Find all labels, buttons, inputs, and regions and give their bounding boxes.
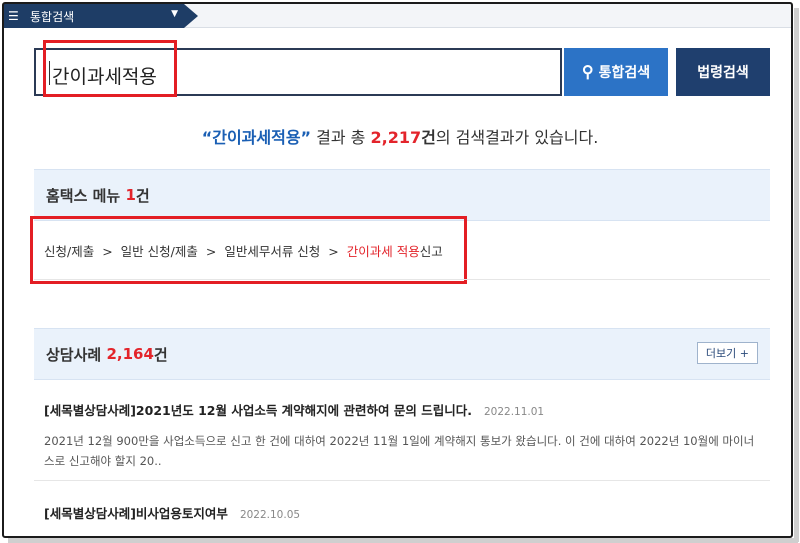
list-item[interactable]: [세목별상담사례]2021년도 12월 사업소득 계약해지에 관련하여 문의 드… (44, 400, 764, 471)
summary-term: 간이과세적용 (212, 128, 301, 147)
consult-cases-count: 2,164 (106, 345, 154, 363)
hamburger-icon[interactable]: ☰ (8, 9, 24, 23)
window-shadow-right (794, 8, 799, 542)
summary-open-quote: “ (201, 128, 213, 147)
highlight-box-path (30, 216, 467, 284)
hometax-menu-count: 1 (125, 186, 136, 204)
summary-tail: 의 검색결과가 있습니다. (435, 128, 599, 147)
search-icon: ⚲ (581, 64, 594, 81)
case-title[interactable]: [세목별상담사례]비사업용토지여부 2022.10.05 (44, 503, 764, 522)
case-date: 2022.11.01 (483, 406, 545, 418)
window-shadow-bottom (8, 538, 798, 543)
consult-cases-header: 상담사례 2,164 건 더보기 + (34, 328, 770, 380)
integrated-search-label: 통합검색 (598, 64, 651, 80)
integrated-search-button[interactable]: ⚲ 통합검색 (564, 48, 668, 96)
divider (34, 480, 770, 481)
integrated-search-tab[interactable]: ☰ 통합검색 ▼ (4, 4, 198, 28)
summary-mid: 결과 총 (311, 128, 371, 147)
tab-title: 통합검색 (30, 9, 75, 24)
caret-down-icon[interactable]: ▼ (171, 9, 178, 19)
case-date: 2022.10.05 (239, 509, 301, 521)
consult-cases-unit: 건 (153, 345, 168, 364)
summary-close-quote: ” (300, 128, 312, 147)
summary-unit: 건 (421, 128, 436, 147)
case-title-text: [세목별상담사례]2021년도 12월 사업소득 계약해지에 관련하여 문의 드… (44, 403, 472, 418)
hometax-menu-unit: 건 (135, 186, 150, 205)
case-body: 2021년 12월 900만을 사업소득으로 신고 한 건에 대하여 2022년… (44, 434, 755, 468)
highlight-box-search (43, 40, 177, 97)
case-title[interactable]: [세목별상담사례]2021년도 12월 사업소득 계약해지에 관련하여 문의 드… (44, 400, 764, 419)
search-window: ☰ 통합검색 ▼ 간이과세적용 ⚲ 통합검색 법령검색 “간이과세적용” 결과 … (0, 0, 800, 543)
divider (34, 279, 770, 280)
case-title-text: [세목별상담사례]비사업용토지여부 (44, 506, 228, 521)
law-search-button[interactable]: 법령검색 (676, 48, 770, 96)
list-item[interactable]: [세목별상담사례]비사업용토지여부 2022.10.05 (44, 503, 764, 522)
summary-total: 2,217 (370, 128, 422, 147)
more-button[interactable]: 더보기 + (696, 342, 758, 364)
hometax-menu-title: 홈택스 메뉴 (46, 186, 121, 205)
top-bar: ☰ 통합검색 ▼ (4, 4, 791, 28)
consult-cases-title: 상담사례 (46, 345, 102, 364)
hometax-menu-header: 홈택스 메뉴 1건 (34, 169, 770, 221)
result-summary: “간이과세적용” 결과 총 2,217건의 검색결과가 있습니다. (0, 124, 800, 148)
